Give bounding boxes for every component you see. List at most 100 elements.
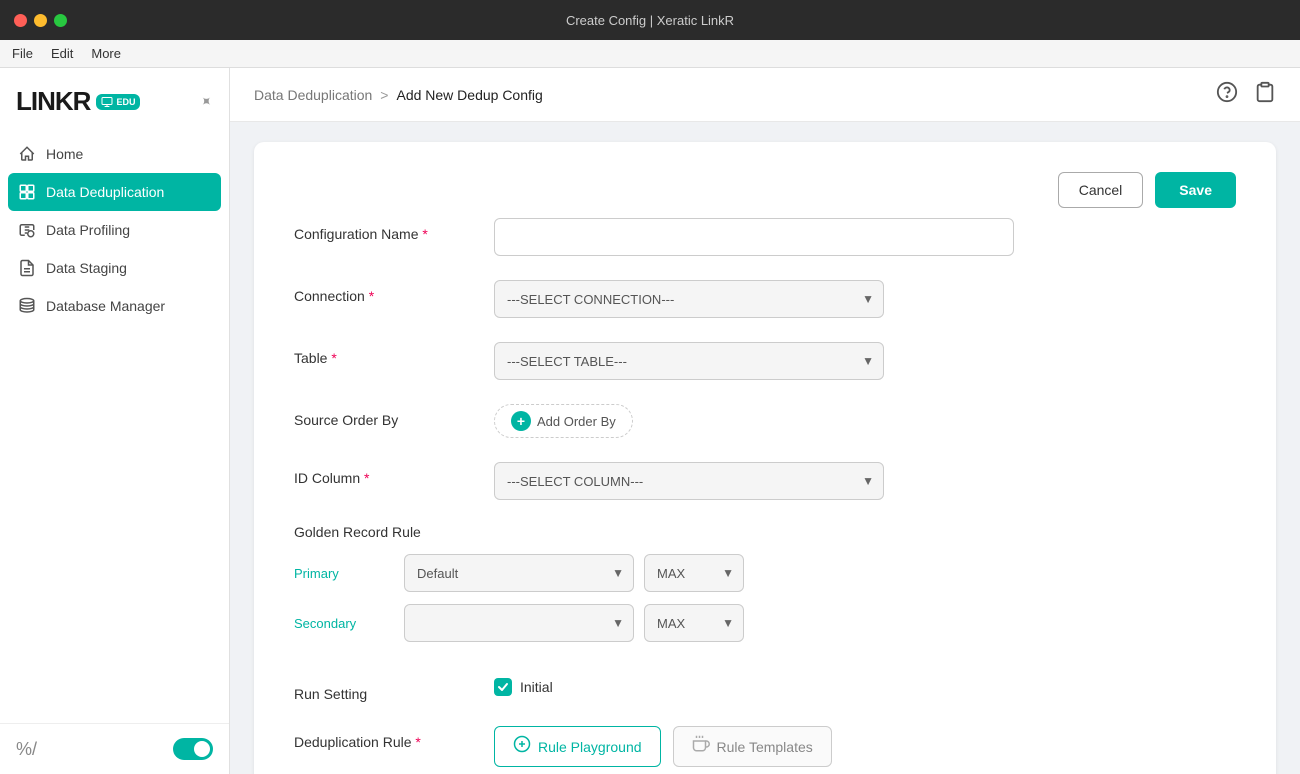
staging-icon xyxy=(18,259,36,277)
breadcrumb-parent[interactable]: Data Deduplication xyxy=(254,87,372,103)
form-header: Cancel Save xyxy=(294,172,1236,208)
id-column-control: ---SELECT COLUMN--- ▼ xyxy=(494,462,1236,500)
secondary-max-select[interactable]: MAX xyxy=(644,604,744,642)
main-content: Data Deduplication > Add New Dedup Confi… xyxy=(230,68,1300,774)
menu-edit[interactable]: Edit xyxy=(51,46,73,61)
sidebar-item-label-db: Database Manager xyxy=(46,298,165,314)
table-control: ---SELECT TABLE--- ▼ xyxy=(494,342,1236,380)
config-name-input[interactable] xyxy=(494,218,1014,256)
plus-circle-icon: + xyxy=(511,411,531,431)
id-column-row: ID Column * ---SELECT COLUMN--- ▼ xyxy=(294,462,1236,500)
id-column-select-wrapper: ---SELECT COLUMN--- ▼ xyxy=(494,462,884,500)
form-actions: Cancel Save xyxy=(1058,172,1236,208)
sidebar-item-label-staging: Data Staging xyxy=(46,260,127,276)
menu-more[interactable]: More xyxy=(91,46,121,61)
dedup-rule-control: Rule Playground Rule Temp xyxy=(494,726,1236,767)
connection-control: ---SELECT CONNECTION--- ▼ xyxy=(494,280,1236,318)
id-column-label: ID Column * xyxy=(294,462,494,486)
config-name-label: Configuration Name * xyxy=(294,218,494,242)
initial-checkbox[interactable] xyxy=(494,678,512,696)
pin-icon[interactable]: ✦ xyxy=(197,91,217,111)
sidebar-nav: Home Data Deduplication Data xyxy=(0,129,229,723)
window-controls xyxy=(14,14,67,27)
breadcrumb: Data Deduplication > Add New Dedup Confi… xyxy=(254,87,543,103)
close-button[interactable] xyxy=(14,14,27,27)
breadcrumb-separator: > xyxy=(380,87,388,103)
run-setting-label: Run Setting xyxy=(294,678,494,702)
minimize-button[interactable] xyxy=(34,14,47,27)
sidebar-item-database-manager[interactable]: Database Manager xyxy=(0,287,229,325)
secondary-select-wrapper: ▼ xyxy=(404,604,634,642)
sidebar-item-home[interactable]: Home xyxy=(0,135,229,173)
id-column-select[interactable]: ---SELECT COLUMN--- xyxy=(494,462,884,500)
checkmark-icon xyxy=(497,681,509,693)
sidebar-item-data-profiling[interactable]: Data Profiling xyxy=(0,211,229,249)
maximize-button[interactable] xyxy=(54,14,67,27)
breadcrumb-current: Add New Dedup Config xyxy=(396,87,542,103)
home-icon xyxy=(18,145,36,163)
table-select-wrapper: ---SELECT TABLE--- ▼ xyxy=(494,342,884,380)
golden-record-label: Golden Record Rule xyxy=(294,524,421,540)
sidebar: LINKR EDU ✦ Home xyxy=(0,68,230,774)
table-row: Table * ---SELECT TABLE--- ▼ xyxy=(294,342,1236,380)
clipboard-icon[interactable] xyxy=(1254,81,1276,109)
connection-label: Connection * xyxy=(294,280,494,304)
logo-badge: EDU xyxy=(96,94,140,110)
golden-secondary-row: Secondary ▼ MAX ▼ xyxy=(294,604,744,642)
source-order-row: Source Order By + Add Order By xyxy=(294,404,1236,438)
topbar-actions xyxy=(1216,81,1276,109)
cancel-button[interactable]: Cancel xyxy=(1058,172,1144,208)
sidebar-toggle[interactable] xyxy=(173,738,213,760)
dedup-rule-row: Deduplication Rule * Rule Playground xyxy=(294,726,1236,767)
help-icon[interactable] xyxy=(1216,81,1238,109)
run-setting-row: Run Setting Initial xyxy=(294,678,1236,702)
primary-select-wrapper: Default ▼ xyxy=(404,554,634,592)
secondary-select[interactable] xyxy=(404,604,634,642)
save-button[interactable]: Save xyxy=(1155,172,1236,208)
sidebar-footer: %/ xyxy=(0,723,229,774)
dedup-rule-label: Deduplication Rule * xyxy=(294,726,494,750)
sidebar-header: LINKR EDU ✦ xyxy=(0,78,229,129)
profiling-icon xyxy=(18,221,36,239)
add-order-button[interactable]: + Add Order By xyxy=(494,404,633,438)
table-select[interactable]: ---SELECT TABLE--- xyxy=(494,342,884,380)
topbar: Data Deduplication > Add New Dedup Confi… xyxy=(230,68,1300,122)
form-card: Cancel Save Configuration Name * Connect… xyxy=(254,142,1276,774)
secondary-max-select-wrapper: MAX ▼ xyxy=(644,604,744,642)
run-setting-control: Initial xyxy=(494,678,1236,696)
rule-playground-icon xyxy=(513,735,531,758)
db-icon xyxy=(18,297,36,315)
connection-select[interactable]: ---SELECT CONNECTION--- xyxy=(494,280,884,318)
titlebar: Create Config | Xeratic LinkR xyxy=(0,0,1300,40)
templates-svg-icon xyxy=(692,735,710,753)
config-name-row: Configuration Name * xyxy=(294,218,1236,256)
logo-area: LINKR EDU xyxy=(16,86,140,117)
connection-row: Connection * ---SELECT CONNECTION--- ▼ xyxy=(294,280,1236,318)
sidebar-item-label-home: Home xyxy=(46,146,83,162)
primary-max-select-wrapper: MAX ▼ xyxy=(644,554,744,592)
initial-checkbox-row: Initial xyxy=(494,678,1236,696)
golden-record-row: Golden Record Rule Primary Default ▼ xyxy=(294,524,1236,654)
footer-icon: %/ xyxy=(16,739,37,760)
rule-playground-button[interactable]: Rule Playground xyxy=(494,726,661,767)
menu-file[interactable]: File xyxy=(12,46,33,61)
sidebar-item-data-staging[interactable]: Data Staging xyxy=(0,249,229,287)
sidebar-item-data-deduplication[interactable]: Data Deduplication xyxy=(8,173,221,211)
primary-select[interactable]: Default xyxy=(404,554,634,592)
window-title: Create Config | Xeratic LinkR xyxy=(566,13,734,28)
primary-max-select[interactable]: MAX xyxy=(644,554,744,592)
initial-label: Initial xyxy=(520,679,553,695)
playground-svg-icon xyxy=(513,735,531,753)
rule-templates-icon xyxy=(692,735,710,758)
logo-text: LINKR xyxy=(16,86,90,117)
source-order-label: Source Order By xyxy=(294,404,494,428)
source-order-control: + Add Order By xyxy=(494,404,1236,438)
config-name-control xyxy=(494,218,1236,256)
rule-templates-button[interactable]: Rule Templates xyxy=(673,726,832,767)
app-layout: LINKR EDU ✦ Home xyxy=(0,68,1300,774)
edu-icon xyxy=(101,96,113,108)
primary-label: Primary xyxy=(294,566,394,581)
secondary-label: Secondary xyxy=(294,616,394,631)
dedup-icon xyxy=(18,183,36,201)
sidebar-item-label-dedup: Data Deduplication xyxy=(46,184,164,200)
